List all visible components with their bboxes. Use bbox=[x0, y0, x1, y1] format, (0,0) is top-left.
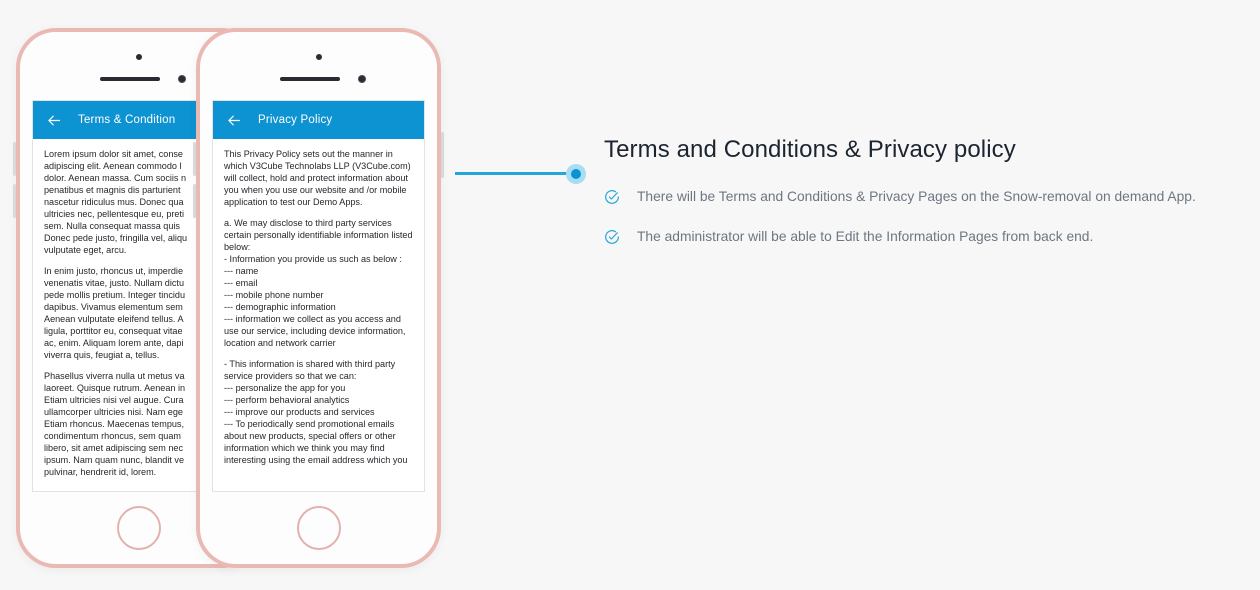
feature-description-panel: Terms and Conditions & Privacy policy Th… bbox=[604, 136, 1244, 268]
earpiece-speaker-icon bbox=[99, 77, 160, 81]
app-bar-title-terms: Terms & Condition bbox=[78, 114, 176, 126]
volume-up-button[interactable] bbox=[193, 142, 196, 176]
earpiece-speaker-icon bbox=[279, 77, 340, 81]
proximity-sensor-icon bbox=[357, 75, 366, 83]
connector-dot bbox=[571, 169, 581, 179]
check-circle-icon bbox=[605, 190, 619, 204]
proximity-sensor-icon bbox=[177, 75, 186, 83]
privacy-paragraph: a. We may disclose to third party servic… bbox=[224, 218, 413, 348]
list-item: There will be Terms and Conditions & Pri… bbox=[604, 188, 1244, 206]
list-item-label: There will be Terms and Conditions & Pri… bbox=[637, 189, 1196, 204]
power-button[interactable] bbox=[441, 132, 444, 178]
back-arrow-icon[interactable] bbox=[227, 113, 242, 128]
phone-top-sensors bbox=[200, 32, 437, 100]
app-bar-privacy: Privacy Policy bbox=[213, 101, 424, 139]
connector-line bbox=[455, 172, 567, 175]
phone-mockup-privacy: Privacy Policy This Privacy Policy sets … bbox=[193, 28, 444, 568]
check-circle-icon bbox=[605, 229, 619, 244]
page-title: Terms and Conditions & Privacy policy bbox=[604, 136, 1016, 163]
privacy-content-body: This Privacy Policy sets out the manner … bbox=[213, 139, 424, 466]
back-arrow-icon[interactable] bbox=[47, 113, 62, 128]
volume-down-button[interactable] bbox=[13, 184, 16, 218]
privacy-paragraph: - This information is shared with third … bbox=[224, 359, 408, 465]
home-button[interactable] bbox=[116, 506, 161, 550]
list-item-label: The administrator will be able to Edit t… bbox=[637, 228, 1094, 244]
front-camera-icon bbox=[315, 54, 322, 60]
volume-down-button[interactable] bbox=[193, 184, 196, 218]
app-bar-title-privacy: Privacy Policy bbox=[258, 114, 333, 126]
list-item: The administrator will be able to Edit t… bbox=[604, 228, 1244, 246]
front-camera-icon bbox=[135, 54, 142, 60]
home-button[interactable] bbox=[296, 506, 341, 550]
phone-screen-privacy: Privacy Policy This Privacy Policy sets … bbox=[212, 100, 425, 492]
privacy-paragraph: This Privacy Policy sets out the manner … bbox=[224, 149, 411, 207]
volume-up-button[interactable] bbox=[13, 142, 16, 176]
